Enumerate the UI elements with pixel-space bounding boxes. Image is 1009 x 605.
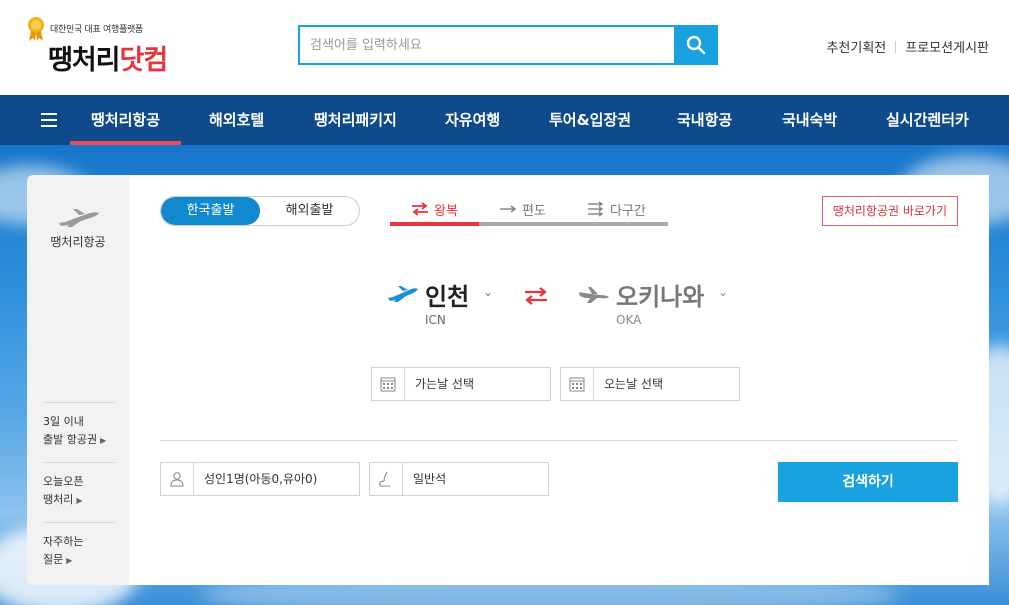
trip-tab-active-indicator [390, 222, 479, 226]
tab-multi-city[interactable]: 다구간 [586, 195, 646, 223]
swap-cities-icon[interactable] [523, 286, 549, 306]
utility-links: 추천기획전 프로모션게시판 [826, 37, 989, 56]
main-nav: 땡처리항공 해외호텔 땡처리패키지 자유여행 투어&입장권 국내항공 국내숙박 … [0, 95, 1009, 145]
depart-date-text: 가는날 선택 [415, 377, 475, 391]
sidebar-link-line: 자주하는 [43, 535, 84, 548]
origin-code: ICN [425, 313, 446, 327]
logo[interactable]: 대한민국 대표 여행플랫폼 땡처리닷컴 [26, 16, 196, 78]
brand-tagline: 대한민국 대표 여행플랫폼 [50, 25, 143, 35]
section-divider [160, 440, 958, 441]
hamburger-menu-icon[interactable] [41, 113, 57, 127]
search-flights-button[interactable]: 검색하기 [778, 462, 958, 502]
tab-korea-departure[interactable]: 한국출발 [161, 197, 260, 225]
flight-search-card: 한국출발 해외출발 왕복 편도 다구간 땡처리항공권 바로가기 인천 ICN ⌄… [129, 175, 989, 585]
sidebar-title: 땡처리항공 [50, 235, 106, 249]
return-date-text: 오는날 선택 [604, 377, 664, 391]
seat-icon [370, 463, 403, 495]
sidebar-link-faq[interactable]: 자주하는 질문 ▶ [43, 522, 115, 582]
nav-item-rentacar[interactable]: 실시간렌터카 [886, 95, 969, 145]
destination-code: OKA [616, 313, 642, 327]
nav-item-free-travel[interactable]: 자유여행 [445, 95, 500, 145]
tab-overseas-departure[interactable]: 해외출발 [260, 197, 359, 225]
search-button[interactable] [674, 25, 718, 65]
tab-round-trip[interactable]: 왕복 [410, 195, 458, 223]
nav-item-flights[interactable]: 땡처리항공 [69, 95, 182, 145]
chevron-down-icon: ⌄ [718, 285, 729, 299]
origin-selector[interactable]: 인천 ICN ⌄ [387, 277, 497, 327]
depart-date-field[interactable]: 가는날 선택 [371, 367, 551, 401]
destination-city: 오키나와 [616, 283, 705, 311]
flight-quick-link-button[interactable]: 땡처리항공권 바로가기 [821, 196, 958, 226]
nav-item-packages[interactable]: 땡처리패키지 [314, 95, 397, 145]
chevron-right-icon: ▶ [76, 496, 83, 505]
sidebar-links: 3일 이내 출발 항공권 ▶ 오늘오픈 땡처리 ▶ 자주하는 질문 ▶ [43, 402, 115, 582]
trip-type-tabs: 왕복 편도 다구간 [390, 195, 668, 226]
sidebar-link-text: 질문 [43, 553, 64, 566]
landing-plane-icon [579, 287, 609, 303]
return-date-field[interactable]: 오는날 선택 [560, 367, 740, 401]
departure-region-toggle: 한국출발 해외출발 [160, 196, 360, 226]
util-divider [895, 40, 897, 53]
takeoff-plane-icon [388, 286, 418, 302]
arrow-right-icon [500, 205, 517, 213]
search-input[interactable] [300, 27, 674, 63]
sidebar-link-3days[interactable]: 3일 이내 출발 항공권 ▶ [43, 402, 115, 462]
nav-item-hotels[interactable]: 해외호텔 [209, 95, 264, 145]
passenger-text: 성인1명(아동0,유아0) [204, 472, 318, 486]
brand-name-suffix: 닷컴 [119, 45, 169, 76]
header: 대한민국 대표 여행플랫폼 땡처리닷컴 추천기획전 프로모션게시판 [0, 0, 1009, 95]
award-medal-icon [28, 17, 44, 41]
nav-item-domestic-flights[interactable]: 국내항공 [677, 95, 732, 145]
sidebar-link-line: 질문 ▶ [43, 551, 115, 570]
brand-name-main: 땡처리 [48, 45, 121, 76]
multi-city-icon [588, 201, 604, 217]
util-link-recommended[interactable]: 추천기획전 [826, 37, 886, 56]
util-link-promotion[interactable]: 프로모션게시판 [905, 37, 989, 56]
calendar-icon [561, 368, 594, 400]
tab-one-way-label: 편도 [522, 203, 546, 219]
calendar-icon [372, 368, 405, 400]
sidebar-link-today-open[interactable]: 오늘오픈 땡처리 ▶ [43, 462, 115, 522]
search-bar [298, 25, 718, 65]
nav-item-tours[interactable]: 투어&입장권 [549, 95, 631, 145]
tab-one-way[interactable]: 편도 [498, 195, 546, 223]
round-trip-arrows-icon [412, 202, 428, 216]
tab-multi-city-label: 다구간 [610, 203, 646, 219]
nav-item-domestic-stay[interactable]: 국내숙박 [782, 95, 837, 145]
tab-round-trip-label: 왕복 [434, 203, 458, 219]
sidebar-link-line: 3일 이내 [43, 415, 84, 428]
sidebar-link-line: 땡처리 ▶ [43, 491, 115, 510]
sidebar-link-text: 출발 항공권 [43, 433, 98, 446]
sidebar-link-text: 땡처리 [43, 493, 74, 506]
brand-wordmark: 땡처리닷컴 [48, 38, 169, 77]
cabin-class-text: 일반석 [413, 472, 447, 486]
chevron-down-icon: ⌄ [483, 285, 494, 299]
destination-selector[interactable]: 오키나와 OKA ⌄ [578, 277, 738, 327]
passenger-field[interactable]: 성인1명(아동0,유아0) [160, 462, 360, 496]
person-icon [161, 463, 194, 495]
airplane-icon [59, 209, 99, 227]
origin-city: 인천 [425, 283, 470, 311]
sidebar-link-line: 출발 항공권 ▶ [43, 431, 115, 450]
chevron-right-icon: ▶ [100, 436, 107, 445]
cabin-class-field[interactable]: 일반석 [369, 462, 549, 496]
chevron-right-icon: ▶ [66, 556, 73, 565]
trip-tab-underline [390, 222, 668, 226]
sidebar-link-line: 오늘오픈 [43, 475, 84, 488]
search-icon [686, 35, 706, 55]
